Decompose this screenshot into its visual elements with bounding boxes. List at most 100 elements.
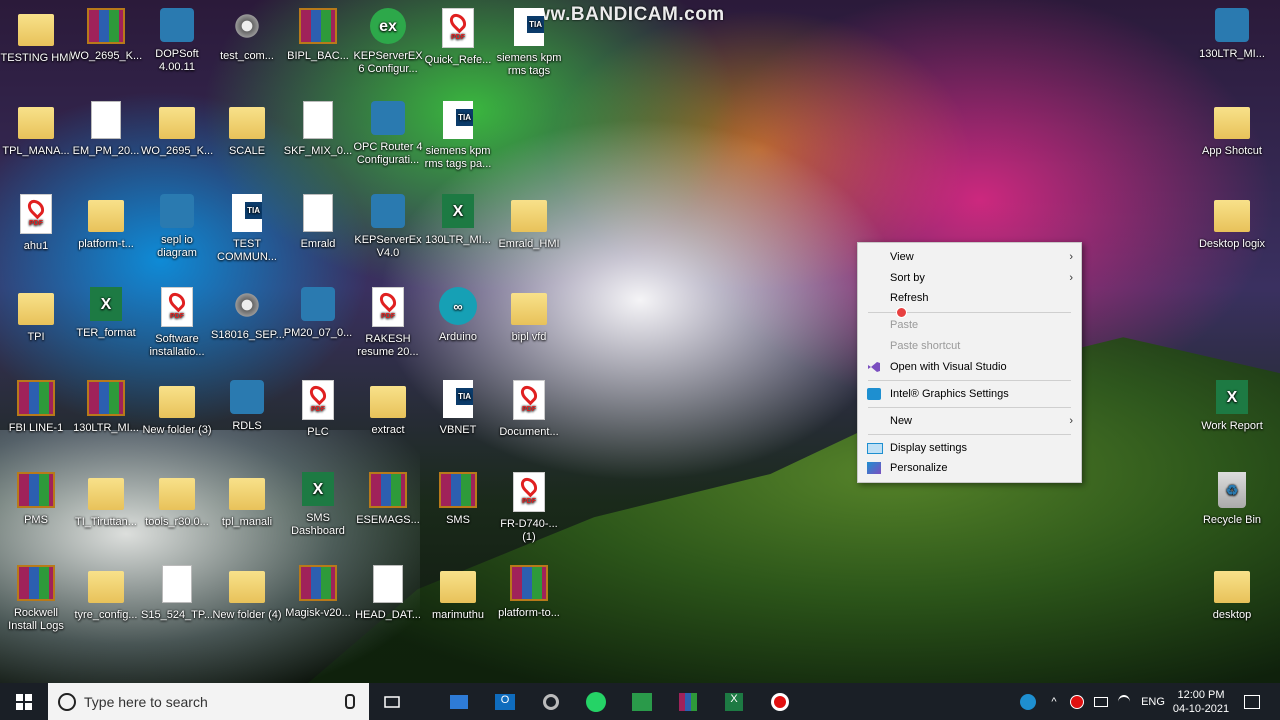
desktop-icon[interactable]: TPL_MANA... [0,93,72,158]
desktop-icon[interactable]: tyre_config... [70,557,142,622]
desktop-icon[interactable]: sepl io diagram [141,186,213,260]
desktop-icon[interactable]: siemens kpm rms tags pa... [422,93,494,171]
desktop-icon[interactable]: HEAD_DAT... [352,557,424,622]
taskbar-search-box[interactable]: Type here to search [48,683,369,720]
desktop-icon[interactable]: TESTING HMI [0,0,72,65]
desktop-icon[interactable]: X Work Report [1196,372,1268,433]
desktop-icon[interactable]: OPC Router 4 Configurati... [352,93,424,167]
desktop-icon[interactable]: X 130LTR_MI... [422,186,494,247]
desktop-icon[interactable]: bipl vfd [493,279,565,344]
desktop-icon[interactable]: tools_r30.0... [141,464,213,529]
taskbar-app-explorer-icon[interactable] [445,683,473,720]
desktop-icon[interactable]: VBNET [422,372,494,437]
desktop-icon[interactable]: SKF_MIX_0... [282,93,354,158]
desktop-icon[interactable]: test_com... [211,0,283,63]
app-icon [371,101,405,135]
desktop-icon[interactable]: PDF RAKESH resume 20... [352,279,424,359]
taskbar-excel-green-icon[interactable] [628,683,656,720]
desktop-icon[interactable]: New folder (3) [141,372,213,437]
desktop-icon[interactable]: platform-to... [493,557,565,620]
desktop-icon[interactable]: Desktop logix [1196,186,1268,251]
clock[interactable]: 12:00 PM 04-10-2021 [1170,683,1232,720]
desktop-icon[interactable]: BIPL_BAC... [282,0,354,63]
desktop-icon[interactable]: TEST COMMUN... [211,186,283,264]
search-placeholder: Type here to search [84,694,208,710]
desktop-icon-label: WO_2695_K... [70,50,143,62]
desktop-icon[interactable]: EM_PM_20... [70,93,142,158]
desktop-icon[interactable]: New folder (4) [211,557,283,622]
desktop-icon[interactable]: siemens kpm rms tags [493,0,565,78]
desktop-icon[interactable]: DOPSoft 4.00.11 [141,0,213,74]
desktop-icon[interactable]: 130LTR_MI... [1196,0,1268,61]
folder-icon [159,107,195,139]
desktop-icon[interactable]: FBI LINE-1 [0,372,72,435]
chevron-up-icon[interactable]: ^ [1046,683,1062,720]
desktop-icon[interactable]: TI_Tiruttan... [70,464,142,529]
desktop-icon[interactable]: tpl_manali [211,464,283,529]
desktop-icon[interactable]: 130LTR_MI... [70,372,142,435]
desktop-icon[interactable]: ESEMAGS... [352,464,424,527]
desktop-icon[interactable]: PDF PLC [282,372,354,439]
desktop-icon[interactable]: SCALE [211,93,283,158]
notification-icon[interactable] [1240,683,1264,720]
desktop-icon[interactable]: PDF Quick_Refe... [422,0,494,67]
desktop-icon[interactable]: PDF Software installatio... [141,279,213,359]
winrar-icon[interactable] [674,683,702,720]
whatsapp-icon[interactable] [582,683,610,720]
desktop-icon[interactable]: Emrald [282,186,354,251]
desktop-icon[interactable]: PMS [0,464,72,527]
desktop-icon[interactable]: marimuthu [422,557,494,622]
desktop-icon[interactable]: TPI [0,279,72,344]
desktop-icon[interactable]: Emrald_HMI [493,186,565,251]
wifi-icon[interactable] [1115,683,1133,720]
desktop-icon[interactable]: X SMS Dashboard [282,464,354,538]
rar-icon [510,565,548,601]
start-button[interactable] [0,683,48,720]
menu-item-refresh[interactable]: Refresh [858,288,1081,308]
desktop-icon[interactable]: S15_524_TP... [141,557,213,622]
desktop-icon[interactable]: PM20_07_0... [282,279,354,340]
desktop-icon[interactable]: S18016_SEP... [211,279,285,342]
taskbar-gear-app-icon[interactable] [537,683,565,720]
desktop-icon-label: TESTING HMI [0,52,72,64]
tray-app-icon[interactable] [1016,683,1040,720]
battery-icon[interactable] [1092,683,1110,720]
desktop-icon[interactable]: desktop [1196,557,1268,622]
menu-item-paste: Paste [890,319,919,331]
desktop-icon[interactable]: Rockwell Install Logs [0,557,72,633]
microphone-icon[interactable] [345,694,355,709]
desktop-icon[interactable]: PDF FR-D740-... (1) [493,464,565,544]
menu-item-display-settings[interactable]: Display settings [858,438,1081,458]
desktop-icon-label: App Shotcut [1202,145,1262,157]
desktop-icon-label: SKF_MIX_0... [283,145,353,157]
desktop-icon[interactable]: extract [352,372,424,437]
desktop-icon[interactable]: X TER_format [70,279,142,340]
menu-item-sort-by[interactable]: Sort by › [858,268,1081,288]
desktop-icon[interactable]: platform-t... [70,186,142,251]
menu-item-new[interactable]: New › [858,411,1081,431]
excel-icon: X [90,287,122,321]
desktop-icon[interactable]: PDF ahu1 [0,186,72,253]
desktop-icon[interactable]: App Shotcut [1196,93,1268,158]
desktop-icon[interactable]: SMS [422,464,494,527]
desktop-icon[interactable]: WO_2695_K... [141,93,213,158]
menu-item-open-visual-studio[interactable]: Open with Visual Studio [858,357,1081,377]
excel-icon[interactable]: X [720,683,748,720]
desktop-icon[interactable]: RDLS [211,372,283,433]
menu-item-intel-graphics[interactable]: Intel® Graphics Settings [858,384,1081,404]
folder-icon [229,478,265,510]
task-view-icon[interactable] [378,683,406,720]
desktop-icon[interactable]: ex KEPServerEX 6 Configur... [352,0,424,76]
desktop-icon[interactable]: Magisk-v20... [282,557,354,620]
desktop-icon[interactable]: WO_2695_K... [70,0,142,63]
desktop-icon[interactable]: KEPServerEx V4.0 [352,186,424,260]
menu-item-personalize[interactable]: Personalize [858,458,1081,478]
menu-item-view[interactable]: View › [858,247,1081,267]
desktop-icon[interactable]: ♻ Recycle Bin [1196,464,1268,527]
outlook-icon[interactable]: O [491,683,519,720]
desktop-icon[interactable]: PDF Document... [493,372,565,439]
language-indicator[interactable]: ENG [1136,683,1170,720]
bandicam-record-icon[interactable] [766,683,794,720]
record-indicator-icon[interactable] [1068,683,1086,720]
desktop-icon[interactable]: ∞ Arduino [422,279,494,344]
